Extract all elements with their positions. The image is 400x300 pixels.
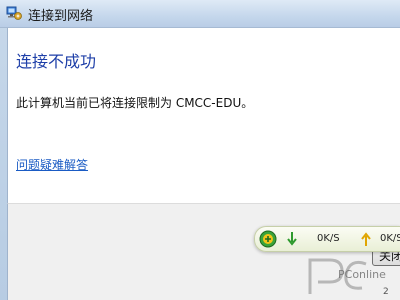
window-title: 连接到网络 — [28, 9, 94, 24]
network-speed-widget[interactable]: 0K/S 0K/S — [254, 226, 400, 252]
download-arrow-icon — [286, 231, 298, 247]
taskbar-clock: 2 — [383, 287, 389, 297]
upload-arrow-icon — [360, 231, 372, 247]
download-speed: 0K/S — [317, 233, 340, 244]
troubleshoot-link[interactable]: 问题疑难解答 — [16, 156, 88, 173]
speed-widget-logo-icon[interactable] — [259, 230, 277, 248]
watermark-text: PConline — [338, 268, 386, 281]
status-message: 此计算机当前已将连接限制为 CMCC-EDU。 — [16, 96, 254, 110]
connect-dialog-window: 连接到网络 连接不成功 此计算机当前已将连接限制为 CMCC-EDU。 问题疑难… — [0, 0, 400, 300]
network-icon — [6, 5, 22, 21]
upload-speed: 0K/S — [380, 233, 400, 244]
title-bar[interactable]: 连接到网络 — [0, 0, 400, 28]
page-title: 连接不成功 — [16, 52, 97, 71]
